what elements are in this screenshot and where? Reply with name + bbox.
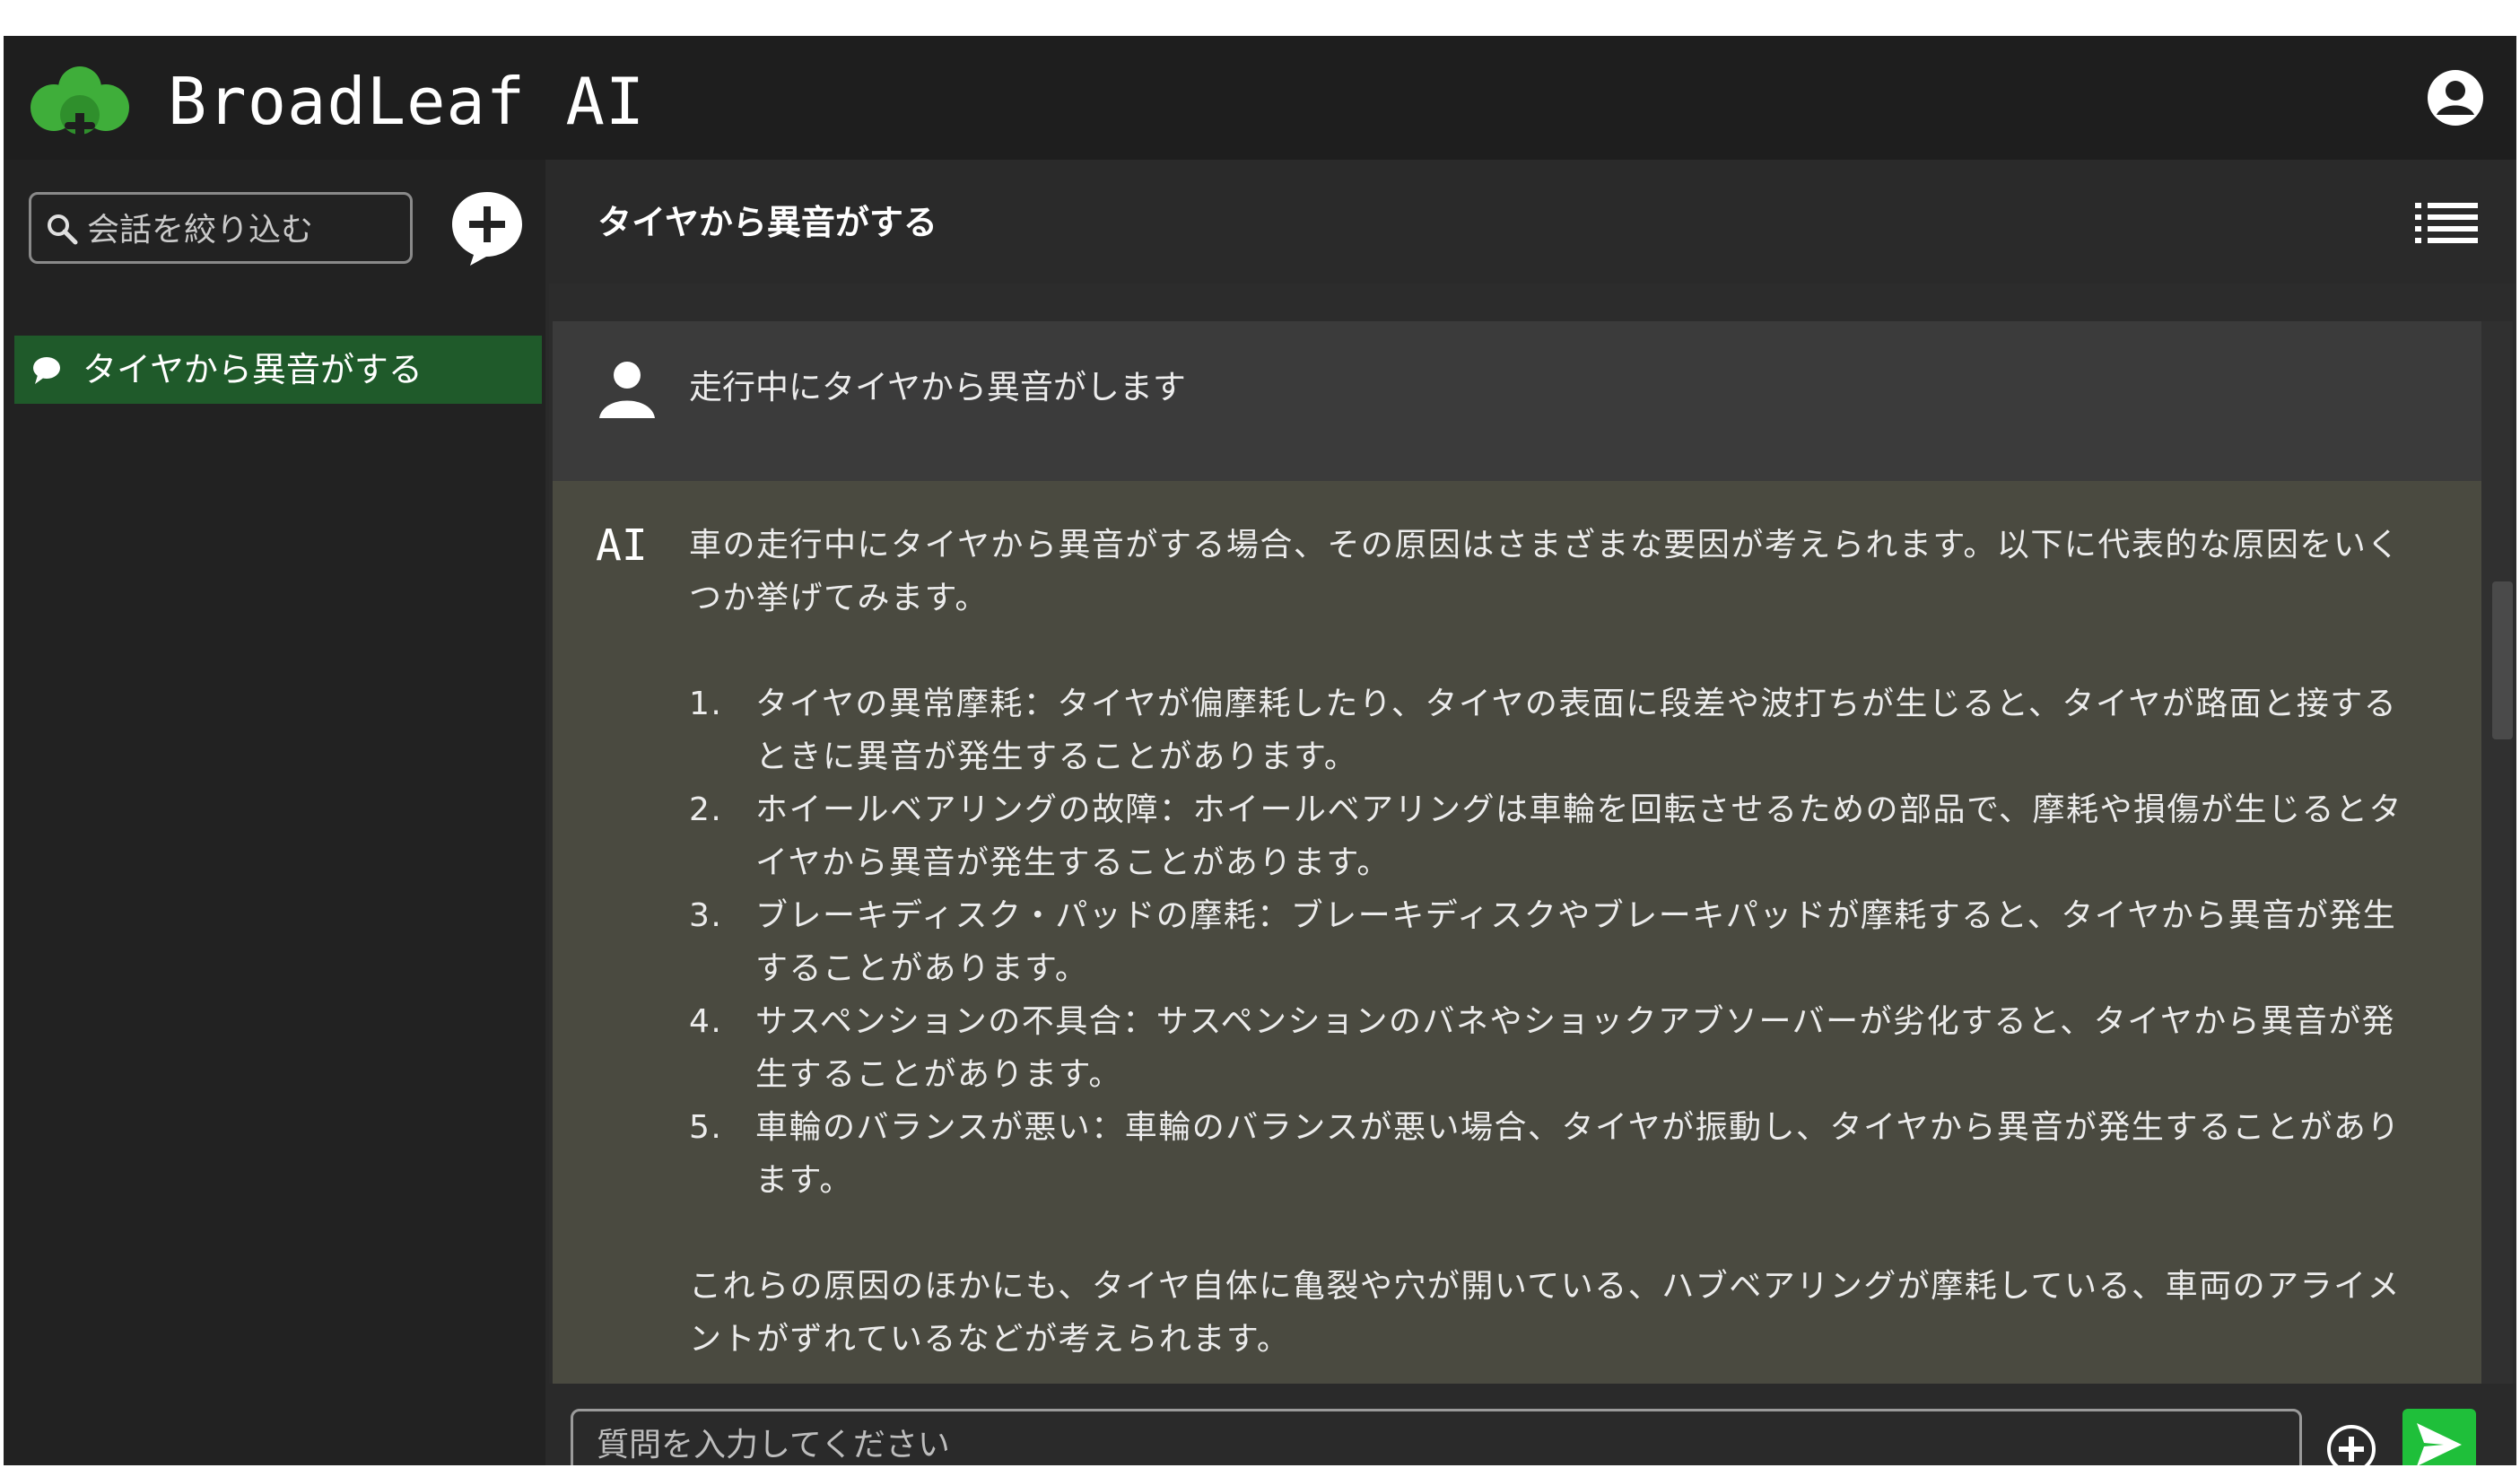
list-item: 2. ホイールベアリングの故障：ホイールベアリングは車輪を回転させるための部品で、…	[689, 783, 2420, 889]
attach-plus-icon[interactable]	[2325, 1423, 2377, 1465]
list-item-number: 1.	[689, 686, 723, 722]
search-icon	[48, 214, 78, 245]
question-input[interactable]	[571, 1409, 2302, 1465]
chat-bubble-icon	[33, 357, 60, 384]
list-item-text: 車輪のバランスが悪い：車輪のバランスが悪い場合、タイヤが振動し、タイヤから異音が…	[755, 1109, 2401, 1199]
send-icon	[2417, 1423, 2462, 1465]
conversation-item-label: タイヤから異音がする	[83, 350, 423, 389]
list-item: 5. 車輪のバランスが悪い：車輪のバランスが悪い場合、タイヤが振動し、タイヤから異…	[689, 1101, 2420, 1207]
ai-message-intro: 車の走行中にタイヤから異音がする場合、その原因はさまざまな要因が考えられます。以…	[689, 527, 2401, 616]
composer	[549, 1384, 2516, 1465]
app-window: BroadLeaf AI タイヤから異音がする	[4, 36, 2516, 1465]
user-message: 走行中にタイヤから異音がします	[553, 321, 2481, 481]
list-item-text: サスペンションの不具合：サスペンションのバネやショックアブソーバーが劣化すると、…	[755, 1003, 2396, 1093]
add-conversation-icon[interactable]	[447, 187, 528, 267]
ai-label: AI	[596, 520, 648, 571]
list-item-text: タイヤの異常摩耗：タイヤが偏摩耗したり、タイヤの表面に段差や波打ちが生じると、タ…	[755, 686, 2398, 775]
brand-name: BroadLeaf AI	[168, 64, 646, 139]
list-item-number: 3.	[689, 897, 723, 934]
conversation-filter[interactable]	[29, 192, 413, 264]
conversation-title: タイヤから異音がする	[597, 203, 937, 242]
conversation-item[interactable]: タイヤから異音がする	[14, 336, 542, 404]
list-item-text: ホイールベアリングの故障：ホイールベアリングは車輪を回転させるための部品で、摩耗…	[755, 791, 2403, 881]
list-item-text: ブレーキディスク・パッドの摩耗：ブレーキディスクやブレーキパッドが摩耗すると、タ…	[755, 897, 2397, 987]
menu-list-icon[interactable]	[2415, 201, 2478, 244]
conversation-title-bar: タイヤから異音がする	[549, 160, 2516, 284]
send-button[interactable]	[2402, 1409, 2476, 1465]
sidebar: タイヤから異音がする	[4, 160, 545, 1465]
list-item-number: 2.	[689, 791, 723, 828]
ai-cause-list: 1. タイヤの異常摩耗：タイヤが偏摩耗したり、タイヤの表面に段差や波打ちが生じると…	[689, 677, 2420, 1207]
message-scrollbar-thumb[interactable]	[2492, 581, 2513, 739]
ai-message-outro: これらの原因のほかにも、タイヤ自体に亀裂や穴が開いている、ハブベアリングが摩耗し…	[689, 1268, 2402, 1358]
list-item: 4. サスペンションの不具合：サスペンションのバネやショックアブソーバーが劣化する…	[689, 995, 2420, 1101]
account-icon[interactable]	[2426, 68, 2485, 127]
conversation-filter-input[interactable]	[85, 204, 403, 256]
chat-panel: タイヤから異音がする 走行中にタイヤから異音がします AI 車の走行中にタイヤか…	[549, 160, 2516, 1465]
app-header: BroadLeaf AI	[4, 36, 2516, 160]
list-item: 1. タイヤの異常摩耗：タイヤが偏摩耗したり、タイヤの表面に段差や波打ちが生じると…	[689, 677, 2420, 783]
list-item-number: 4.	[689, 1003, 723, 1040]
user-icon	[599, 362, 655, 418]
ai-message-body: 車の走行中にタイヤから異音がする場合、その原因はさまざまな要因が考えられます。以…	[689, 519, 2420, 1366]
ai-message: AI 車の走行中にタイヤから異音がする場合、その原因はさまざまな要因が考えられま…	[553, 481, 2481, 1384]
leaf-logo-icon	[31, 66, 129, 140]
user-message-text: 走行中にタイヤから異音がします	[689, 368, 1186, 406]
message-scrollbar[interactable]	[2481, 321, 2513, 1384]
list-item-number: 5.	[689, 1109, 723, 1146]
list-item: 3. ブレーキディスク・パッドの摩耗：ブレーキディスクやブレーキパッドが摩耗すると…	[689, 889, 2420, 995]
